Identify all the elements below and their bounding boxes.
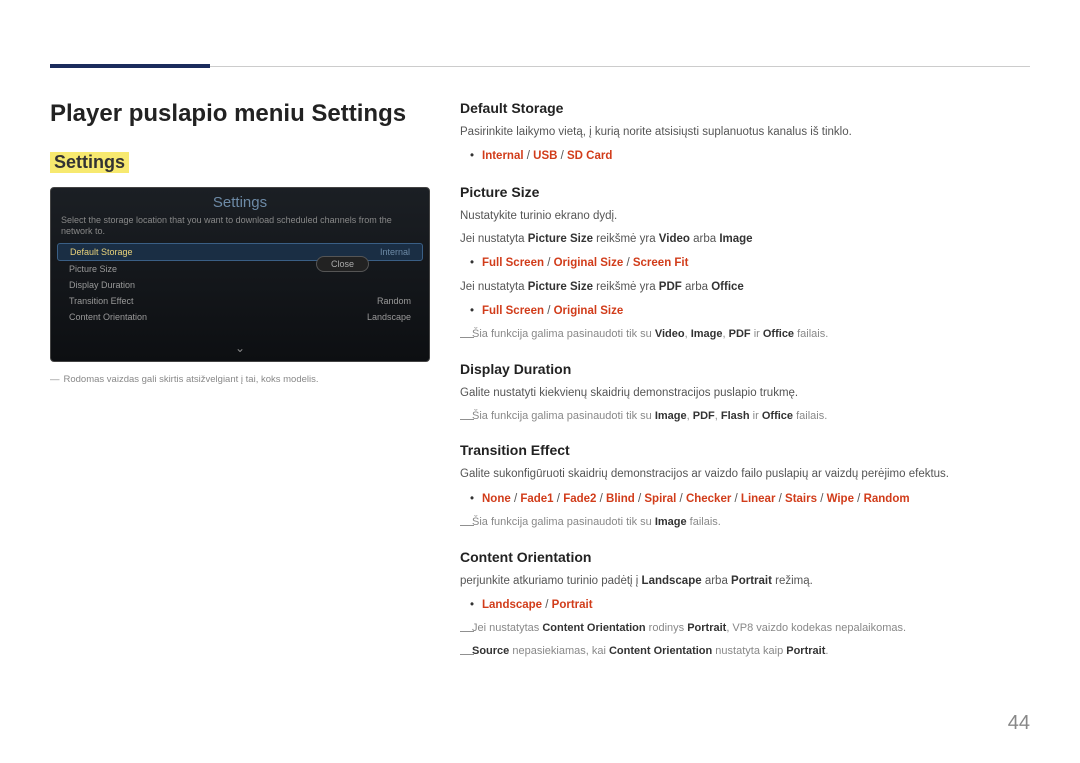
settings-panel-desc: Select the storage location that you wan…	[51, 215, 429, 243]
image-footnote: ―Rodomas vaizdas gali skirtis atsižvelgi…	[50, 374, 430, 385]
row-label: Transition Effect	[69, 296, 134, 306]
row-label: Content Orientation	[69, 312, 147, 322]
dash-icon: ―	[460, 326, 474, 347]
settings-row-default-storage[interactable]: Default Storage Internal	[57, 243, 423, 261]
row-value: Internal	[380, 247, 410, 257]
dash-icon: ―	[460, 408, 474, 429]
content-orientation-desc: perjunkite atkuriamo turinio padėtį į La…	[460, 573, 1030, 590]
right-column: Default Storage Pasirinkite laikymo viet…	[460, 100, 1030, 665]
chevron-down-icon[interactable]: ⌄	[235, 341, 245, 355]
picture-size-opts2: Full Screen / Original Size	[460, 302, 1030, 320]
transition-effect-desc: Galite sukonfigūruoti skaidrių demonstra…	[460, 466, 1030, 483]
left-column: Player puslapio meniu Settings Settings …	[50, 100, 430, 665]
settings-panel-title: Settings	[51, 188, 429, 215]
row-label: Picture Size	[69, 264, 117, 274]
dash-icon: ―	[460, 514, 474, 535]
row-value: Landscape	[367, 312, 411, 322]
list-item: None / Fade1 / Fade2 / Blind / Spiral / …	[460, 490, 1030, 508]
settings-row-display-duration[interactable]: Display Duration	[57, 277, 423, 293]
default-storage-desc: Pasirinkite laikymo vietą, į kurią norit…	[460, 124, 1030, 141]
content-orientation-title: Content Orientation	[460, 549, 1030, 565]
content-orientation-options: Landscape / Portrait	[460, 596, 1030, 614]
page-title: Player puslapio meniu Settings	[50, 100, 430, 128]
content-orientation-note1: ―Jei nustatytas Content Orientation rodi…	[460, 620, 1030, 637]
chapter-rule	[50, 66, 1030, 67]
picture-size-cond1: Jei nustatyta Picture Size reikšmė yra V…	[460, 231, 1030, 248]
page-content: Player puslapio meniu Settings Settings …	[50, 100, 1030, 665]
transition-effect-title: Transition Effect	[460, 442, 1030, 458]
list-item: Full Screen / Original Size	[460, 302, 1030, 320]
list-item: Internal / USB / SD Card	[460, 147, 1030, 165]
row-label: Display Duration	[69, 280, 135, 290]
page-number: 44	[1008, 712, 1030, 735]
settings-row-transition-effect[interactable]: Transition Effect Random	[57, 293, 423, 309]
picture-size-title: Picture Size	[460, 184, 1030, 200]
settings-row-content-orientation[interactable]: Content Orientation Landscape	[57, 309, 423, 325]
default-storage-options: Internal / USB / SD Card	[460, 147, 1030, 165]
settings-rows: Default Storage Internal Picture Size Di…	[51, 243, 429, 325]
picture-size-cond2: Jei nustatyta Picture Size reikšmė yra P…	[460, 279, 1030, 296]
settings-panel: Settings Select the storage location tha…	[50, 187, 430, 362]
row-value: Random	[377, 296, 411, 306]
picture-size-note: ―Šia funkcija galima pasinaudoti tik su …	[460, 326, 1030, 343]
list-item: Full Screen / Original Size / Screen Fit	[460, 254, 1030, 272]
display-duration-title: Display Duration	[460, 361, 1030, 377]
dash-icon: ―	[50, 374, 60, 385]
row-label: Default Storage	[70, 247, 133, 257]
close-button[interactable]: Close	[316, 256, 369, 272]
default-storage-title: Default Storage	[460, 100, 1030, 116]
transition-effect-options: None / Fade1 / Fade2 / Blind / Spiral / …	[460, 490, 1030, 508]
display-duration-note: ―Šia funkcija galima pasinaudoti tik su …	[460, 408, 1030, 425]
list-item: Landscape / Portrait	[460, 596, 1030, 614]
transition-effect-note: ―Šia funkcija galima pasinaudoti tik su …	[460, 514, 1030, 531]
picture-size-opts1: Full Screen / Original Size / Screen Fit	[460, 254, 1030, 272]
display-duration-desc: Galite nustatyti kiekvienų skaidrių demo…	[460, 385, 1030, 402]
dash-icon: ―	[460, 643, 474, 664]
dash-icon: ―	[460, 620, 474, 641]
content-orientation-note2: ―Source nepasiekiamas, kai Content Orien…	[460, 643, 1030, 660]
section-heading: Settings	[50, 152, 129, 173]
picture-size-desc1: Nustatykite turinio ekrano dydį.	[460, 208, 1030, 225]
